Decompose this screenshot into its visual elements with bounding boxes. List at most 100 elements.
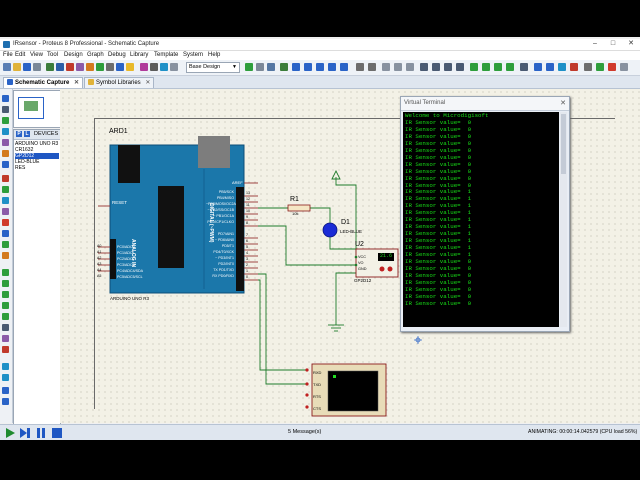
menu-template[interactable]: Template [154,52,178,58]
subcircuit-icon[interactable] [2,161,9,168]
remove-sheet-icon[interactable] [570,63,578,71]
search-tag-icon[interactable] [534,63,542,71]
menu-help[interactable]: Help [208,52,220,58]
junction-dot-icon[interactable] [2,117,9,124]
2d-marker-icon[interactable] [2,346,9,353]
center-icon[interactable] [280,63,288,71]
bill-of-materials-icon[interactable] [596,63,604,71]
2d-symbol-icon[interactable] [2,335,9,342]
led-d1[interactable] [322,222,338,238]
2d-line-icon[interactable] [2,269,9,276]
copy-icon[interactable] [394,63,402,71]
redo-icon[interactable] [368,63,376,71]
mirror-y-icon[interactable] [2,398,9,405]
menu-view[interactable]: View [30,52,43,58]
terminals-icon[interactable] [2,175,9,182]
stop-icon[interactable] [52,428,62,438]
tab-close-icon[interactable]: ✕ [145,80,150,86]
pcb-layout-icon[interactable] [66,63,74,71]
block-rotate-icon[interactable] [444,63,452,71]
snap-icon[interactable] [170,63,178,71]
text-script-icon[interactable] [2,139,9,146]
step-icon[interactable] [20,428,30,438]
menu-file[interactable]: File [3,52,13,58]
zoom-out-icon[interactable] [316,63,324,71]
voltage-probe-icon[interactable] [2,230,9,237]
menu-graph[interactable]: Graph [87,52,104,58]
close-project-icon[interactable] [33,63,41,71]
tab-schematic-capture[interactable]: Schematic Capture ✕ [3,77,84,88]
menu-debug[interactable]: Debug [108,52,126,58]
current-probe-icon[interactable] [2,241,9,248]
menu-design[interactable]: Design [64,52,83,58]
pan-icon[interactable] [292,63,300,71]
save-icon[interactable] [23,63,31,71]
2d-box-icon[interactable] [2,280,9,287]
2d-circle-icon[interactable] [2,291,9,298]
device-item-res[interactable]: RES [15,165,59,171]
sensor-button-right[interactable] [387,266,393,272]
gerber-icon[interactable] [86,63,94,71]
new-sheet-icon[interactable] [558,63,566,71]
source-code-icon[interactable] [116,63,124,71]
2d-arc-icon[interactable] [2,302,9,309]
bom-icon[interactable] [106,63,114,71]
zoom-in-icon[interactable] [304,63,312,71]
terminal-output[interactable]: Welcome to Microdigisoft IR Sensor value=… [403,112,559,327]
library-manager-button[interactable]: L [24,131,30,137]
design-explorer-icon[interactable] [96,63,104,71]
false-origin-icon[interactable] [267,63,275,71]
design-variant-select[interactable]: Base Design ▼ [186,62,240,73]
redraw-icon[interactable] [245,63,253,71]
2d-text-icon[interactable] [2,324,9,331]
tape-recorder-icon[interactable] [2,208,9,215]
message-count[interactable]: 5 Message(s) [288,429,321,435]
new-file-icon[interactable] [3,63,11,71]
tab-close-icon[interactable]: ✕ [74,80,79,86]
close-icon[interactable]: ✕ [560,99,566,107]
undo-icon[interactable] [356,63,364,71]
rotate-clockwise-icon[interactable] [2,363,9,370]
3d-view-icon[interactable] [76,63,84,71]
schematic-icon[interactable] [56,63,64,71]
packaging-tool-icon[interactable] [494,63,502,71]
menu-system[interactable]: System [183,52,203,58]
pause-icon[interactable] [36,428,46,438]
make-device-icon[interactable] [482,63,490,71]
electrical-rule-check-icon[interactable] [608,63,616,71]
grid-icon[interactable] [256,63,264,71]
overview-window[interactable] [13,90,61,128]
sensor-button-left[interactable] [379,266,385,272]
scrollbar-thumb[interactable] [561,114,566,174]
cut-icon[interactable] [382,63,390,71]
exit-to-parent-icon[interactable] [584,63,592,71]
virtual-terminal-titlebar[interactable]: Virtual Terminal ✕ [401,97,569,111]
origin-icon[interactable] [160,63,168,71]
open-folder-icon[interactable] [13,63,21,71]
terminal-scrollbar[interactable] [560,112,567,327]
grid-toggle-icon[interactable] [150,63,158,71]
home-icon[interactable] [46,63,54,71]
help-icon[interactable] [126,63,134,71]
decompose-icon[interactable] [506,63,514,71]
property-assignment-icon[interactable] [546,63,554,71]
graph-icon[interactable] [2,197,9,204]
virtual-terminal-window[interactable]: Virtual Terminal ✕ Welcome to Microdigis… [400,96,570,332]
zoom-all-icon[interactable] [328,63,336,71]
refresh-icon[interactable] [140,63,148,71]
netlist-icon[interactable] [620,63,628,71]
pick-device-icon[interactable] [470,63,478,71]
menu-tool[interactable]: Tool [47,52,58,58]
menu-edit[interactable]: Edit [15,52,25,58]
block-move-icon[interactable] [432,63,440,71]
wire-autorouter-icon[interactable] [520,63,528,71]
zoom-area-icon[interactable] [340,63,348,71]
rotate-anticlockwise-icon[interactable] [2,374,9,381]
virtual-instruments-icon[interactable] [2,252,9,259]
tab-symbol-libraries[interactable]: Symbol Libraries ✕ [84,77,155,88]
block-copy-icon[interactable] [420,63,428,71]
component-mode-icon[interactable] [2,106,9,113]
maximize-button[interactable]: □ [604,39,622,49]
generator-icon[interactable] [2,219,9,226]
block-delete-icon[interactable] [456,63,464,71]
